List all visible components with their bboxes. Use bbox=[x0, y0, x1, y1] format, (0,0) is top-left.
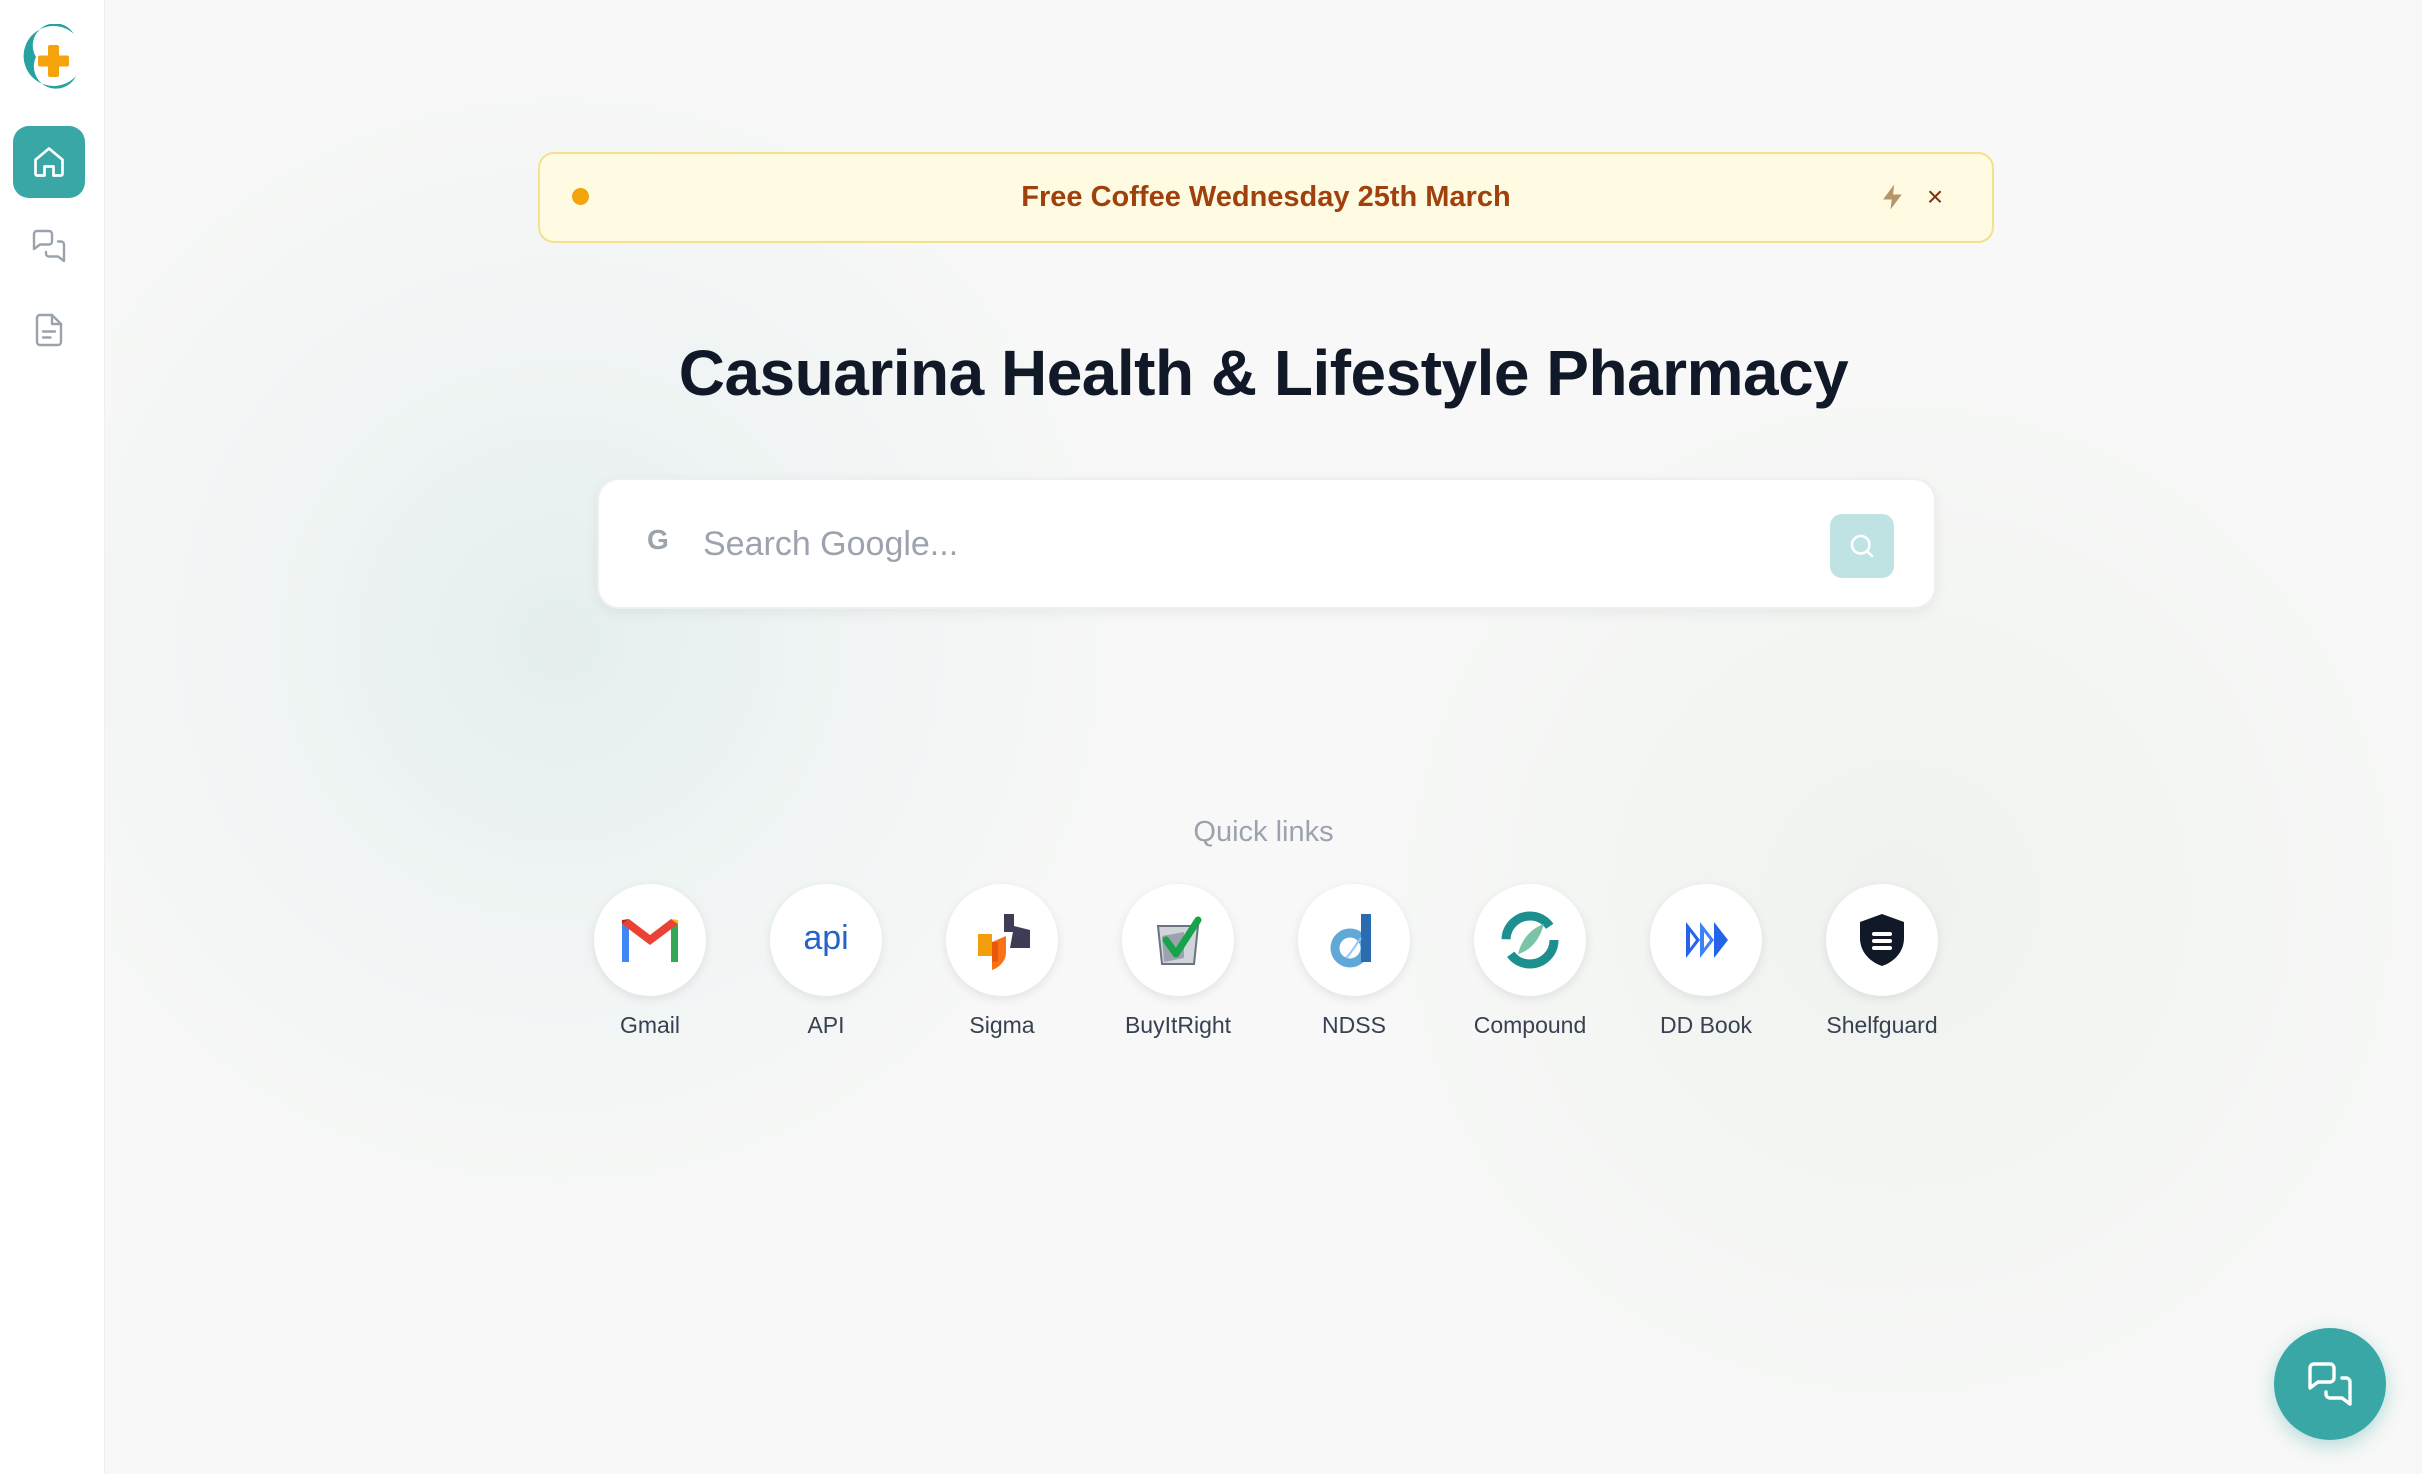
google-g-icon: G bbox=[647, 524, 669, 555]
shelfguard-icon bbox=[1860, 914, 1904, 966]
status-dot bbox=[572, 188, 589, 205]
sigma-icon bbox=[978, 914, 1030, 970]
quick-link-gmail[interactable]: Gmail bbox=[562, 884, 738, 1039]
search-icon bbox=[1850, 534, 1874, 558]
quick-link-label: NDSS bbox=[1322, 1012, 1386, 1038]
compound-icon bbox=[1501, 911, 1559, 969]
sidebar-item-document[interactable] bbox=[13, 294, 85, 366]
quick-link-shelfguard[interactable]: Shelfguard bbox=[1794, 884, 1970, 1039]
casuarina-logo-icon[interactable] bbox=[14, 23, 86, 90]
sidebar-item-chat[interactable] bbox=[13, 210, 85, 282]
announcement-banner: Free Coffee Wednesday 25th March × bbox=[538, 152, 1994, 243]
search-input[interactable] bbox=[703, 510, 1763, 578]
sidebar bbox=[0, 0, 105, 1474]
buyitright-icon bbox=[1156, 916, 1202, 965]
chat-icon bbox=[2308, 1362, 2352, 1406]
gmail-icon bbox=[622, 919, 678, 962]
document-icon bbox=[35, 313, 63, 347]
home-icon bbox=[34, 147, 64, 177]
quick-link-ndss[interactable]: NDSS bbox=[1266, 884, 1442, 1039]
quick-link-label: BuyItRight bbox=[1124, 1012, 1232, 1038]
chat-icon bbox=[32, 229, 66, 263]
bolt-icon[interactable] bbox=[1878, 182, 1908, 212]
quick-link-label: Sigma bbox=[969, 1012, 1035, 1038]
search-button[interactable] bbox=[1830, 514, 1894, 578]
quick-link-buyitright[interactable]: BuyItRight bbox=[1090, 884, 1266, 1039]
quick-link-compound[interactable]: Compound bbox=[1442, 884, 1618, 1039]
svg-text:api: api bbox=[803, 919, 848, 957]
search-bar: G bbox=[597, 478, 1936, 609]
chat-button[interactable] bbox=[2274, 1328, 2386, 1440]
page-title: Casuarina Health & Lifestyle Pharmacy bbox=[678, 337, 1849, 409]
quick-link-label: Shelfguard bbox=[1826, 1012, 1938, 1038]
ndss-icon bbox=[1330, 914, 1371, 968]
quick-link-dd-book[interactable]: DD Book bbox=[1618, 884, 1794, 1039]
banner-text: Free Coffee Wednesday 25th March bbox=[1021, 181, 1511, 213]
quick-link-label: API bbox=[807, 1012, 845, 1038]
close-icon[interactable]: × bbox=[1918, 178, 1952, 216]
sidebar-item-home[interactable] bbox=[13, 126, 85, 198]
quick-link-api[interactable]: api API bbox=[738, 884, 914, 1039]
quick-link-label: Compound bbox=[1473, 1012, 1587, 1038]
api-icon: api bbox=[803, 919, 848, 957]
quick-link-sigma[interactable]: Sigma bbox=[914, 884, 1090, 1039]
dd-book-icon bbox=[1686, 922, 1728, 958]
quick-links-heading: Quick links bbox=[1193, 816, 1334, 848]
quick-link-label: Gmail bbox=[619, 1012, 681, 1038]
quick-link-label: DD Book bbox=[1659, 1012, 1753, 1038]
